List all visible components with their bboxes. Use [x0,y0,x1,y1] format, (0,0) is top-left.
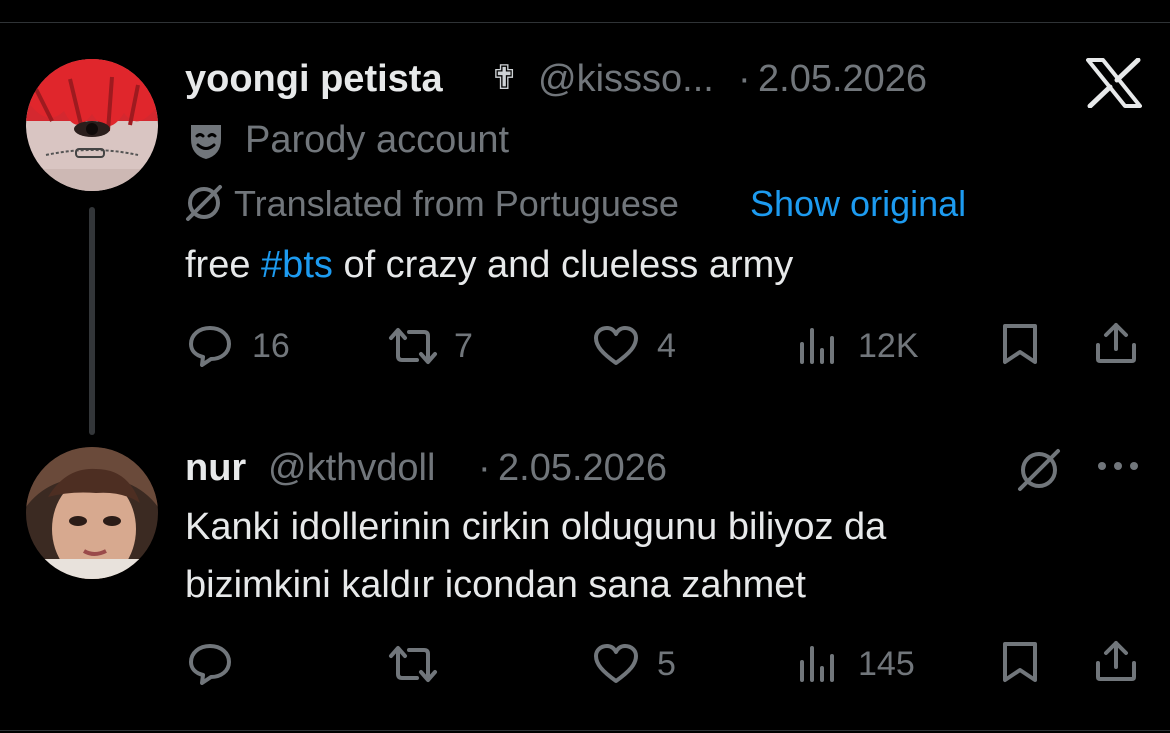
name-emoji: ✟ [490,59,519,97]
hashtag-link[interactable]: #bts [261,244,333,286]
bottom-divider [0,730,1170,731]
like-count: 4 [657,327,676,365]
handle[interactable]: @kissso... [538,58,714,101]
separator: · [738,58,751,100]
separator: · [478,447,491,489]
translated-label: Translated from Portuguese [234,183,679,224]
heart-icon[interactable] [592,643,640,685]
reply-icon[interactable] [188,325,232,367]
top-divider [0,22,1170,23]
reply-icon[interactable] [188,643,232,685]
repost-count: 7 [454,327,473,365]
show-original-link[interactable]: Show original [750,183,966,225]
views-icon[interactable] [798,326,838,364]
share-icon[interactable] [1094,639,1138,683]
translate-icon [184,183,224,223]
display-name[interactable]: yoongi petista [185,58,443,101]
repost-icon[interactable] [385,326,441,366]
bookmark-icon[interactable] [1000,322,1040,366]
tweet-text-line2: bizimkini kaldır icondan sana zahmet [185,564,806,606]
tweet-text-start: free [185,244,251,286]
tweet-text-end: of crazy and clueless army [343,244,794,286]
avatar-yoongi-petista[interactable] [26,59,158,191]
avatar-nur[interactable] [26,447,158,579]
tweet-date[interactable]: 2.05.2026 [758,58,927,101]
views-icon[interactable] [798,644,838,682]
views-count: 12K [858,327,919,365]
thread-line [89,207,95,435]
share-icon[interactable] [1094,321,1138,365]
tweet-text: free #bts of crazy and clueless army [185,236,793,294]
repost-icon[interactable] [385,644,441,684]
reply-count: 16 [252,327,290,365]
theater-mask-icon [186,121,226,161]
bookmark-icon[interactable] [1000,640,1040,684]
more-icon[interactable] [1096,460,1140,472]
views-count: 145 [858,645,915,683]
translate-icon[interactable] [1014,445,1064,495]
tweet-text-line1: Kanki idollerinin cirkin oldugunu biliyo… [185,506,887,548]
display-name[interactable]: nur [185,447,246,490]
heart-icon[interactable] [592,325,640,367]
parody-label: Parody account [245,119,510,161]
like-count: 5 [657,645,676,683]
x-logo-icon[interactable] [1086,58,1142,108]
tweet-date[interactable]: 2.05.2026 [498,447,667,490]
handle[interactable]: @kthvdoll [268,447,435,490]
